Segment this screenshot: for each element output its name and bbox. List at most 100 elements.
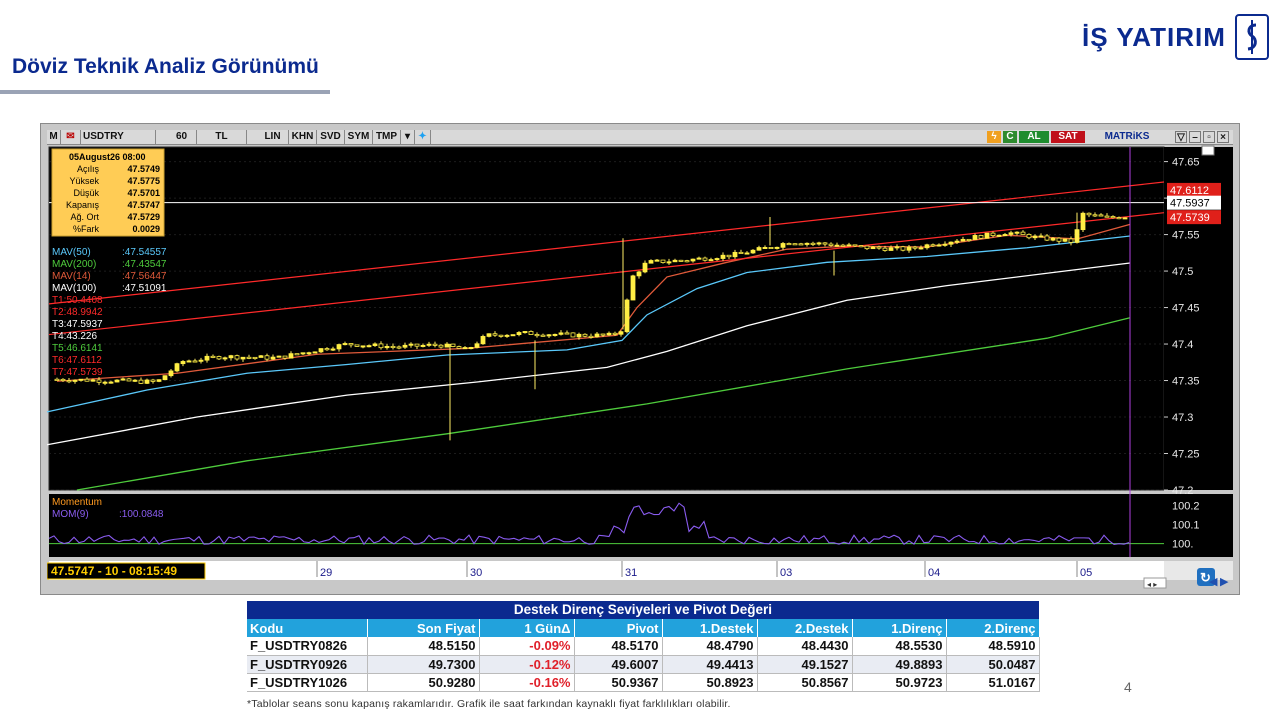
maximize-icon[interactable]: ▫ (1203, 131, 1215, 143)
candle (138, 379, 144, 384)
table-row: F_USDTRY0826 48.5150 -0.09% 48.5170 48.4… (247, 637, 1040, 656)
candle (456, 346, 462, 349)
lightning-icon[interactable]: ϟ (987, 131, 1001, 143)
candle (474, 343, 480, 348)
candle (714, 258, 720, 261)
cell-support-1: 48.4790 (662, 637, 758, 656)
candle (756, 247, 762, 251)
cell-resistance-2: 51.0167 (946, 673, 1040, 692)
candle (552, 333, 558, 336)
candle (876, 246, 882, 249)
candle (402, 344, 408, 348)
scale-lock-icon[interactable] (1201, 145, 1215, 156)
candle (684, 260, 690, 263)
candle (504, 334, 510, 337)
candle (1098, 214, 1104, 217)
candle (486, 333, 492, 337)
candle (1104, 215, 1110, 218)
candle (672, 259, 678, 263)
candle (468, 347, 474, 350)
candle (252, 356, 258, 359)
trend-label: T2:48.9942 (52, 307, 103, 318)
ohlc-info-box: 05August26 08:00 Açılış 47.5749 Yüksek 47.57… (51, 148, 165, 237)
refresh-icon[interactable]: C (1003, 131, 1017, 143)
price-tag-label: 47.5739 (1170, 212, 1210, 224)
candle (1050, 237, 1056, 241)
candle (264, 355, 270, 360)
candle (744, 252, 750, 255)
scale-button-lin[interactable]: LIN (257, 130, 289, 144)
collapse-icon[interactable]: ▽ (1175, 131, 1187, 143)
candle (1026, 233, 1032, 239)
candle (510, 334, 516, 337)
momentum-value: :100.0848 (119, 509, 164, 520)
cell-pivot: 50.9367 (574, 673, 663, 692)
cell-support-2: 48.4430 (757, 637, 853, 656)
candle (168, 370, 174, 377)
scale-button-khn[interactable]: KHN (289, 130, 317, 144)
y-tick-label: 47.25 (1172, 449, 1200, 461)
status-readout: 47.5747 - 10 - 08:15:49 (51, 564, 177, 578)
scale-button-svd[interactable]: SVD (317, 130, 345, 144)
candle (636, 271, 642, 277)
sell-button[interactable]: SAT (1051, 131, 1085, 143)
scroll-left-icon[interactable]: ◀ (1209, 576, 1218, 588)
indicator-label: MAV(14) (52, 271, 91, 282)
currency-field[interactable]: TL (197, 130, 247, 144)
matriks-m-icon[interactable]: M (47, 130, 61, 144)
candle (1044, 235, 1050, 241)
candle (936, 244, 942, 247)
candle (942, 243, 948, 246)
candle (78, 378, 84, 381)
candle (996, 234, 1002, 237)
buy-button[interactable]: AL (1019, 131, 1049, 143)
price-chart[interactable]: 47.6547.647.5547.547.4547.447.3547.347.2… (47, 145, 1233, 590)
candle (462, 347, 468, 350)
candle (156, 379, 162, 382)
price-tag-label: 47.6112 (1170, 185, 1209, 197)
candle (492, 333, 498, 336)
header-destek-1: 1.Destek (662, 619, 758, 637)
indicator-label: MAV(100) (52, 283, 96, 294)
candle (846, 244, 852, 247)
momentum-title: Momentum (52, 497, 102, 508)
cell-daily-change: -0.09% (479, 637, 575, 656)
candle (852, 244, 858, 247)
info-value: 47.5701 (127, 188, 160, 198)
cell-support-2: 50.8567 (757, 673, 853, 692)
candle (690, 258, 696, 262)
candle (1002, 234, 1008, 237)
candle (96, 379, 102, 383)
candle (924, 244, 930, 249)
scale-button-sym[interactable]: SYM (345, 130, 373, 144)
cell-support-1: 50.8923 (662, 673, 758, 692)
candle (126, 378, 132, 382)
support-resistance-table: Destek Direnç Seviyeleri ve Pivot Değeri… (247, 601, 1040, 692)
candle (822, 242, 828, 245)
candle (378, 343, 384, 349)
symbol-field[interactable]: USDTRY (81, 130, 156, 144)
info-label: Ağ. Ort (70, 212, 99, 222)
twitter-icon[interactable]: ✦ (415, 130, 431, 144)
close-icon[interactable]: × (1217, 131, 1229, 143)
cell-resistance-2: 48.5910 (946, 637, 1040, 656)
candle (780, 243, 786, 248)
candle (540, 334, 546, 337)
candle (288, 353, 294, 359)
candle (792, 243, 798, 246)
scale-button-tmp[interactable]: TMP (373, 130, 401, 144)
platform-label: MATRiKS (1104, 131, 1150, 142)
period-field[interactable]: 60 (167, 130, 197, 144)
y-tick-label: 47.3 (1172, 412, 1193, 424)
dropdown-arrow-icon[interactable]: ▾ (401, 130, 415, 144)
candle (726, 254, 732, 258)
candle (336, 344, 342, 350)
mail-icon[interactable]: ✉ (61, 130, 81, 144)
info-value: 47.5749 (127, 164, 160, 174)
minimize-icon[interactable]: – (1189, 131, 1201, 143)
candle (426, 343, 432, 346)
candle (732, 251, 738, 258)
candle (222, 357, 228, 360)
scroll-right-icon[interactable]: ▶ (1220, 576, 1229, 588)
candle (588, 335, 594, 338)
